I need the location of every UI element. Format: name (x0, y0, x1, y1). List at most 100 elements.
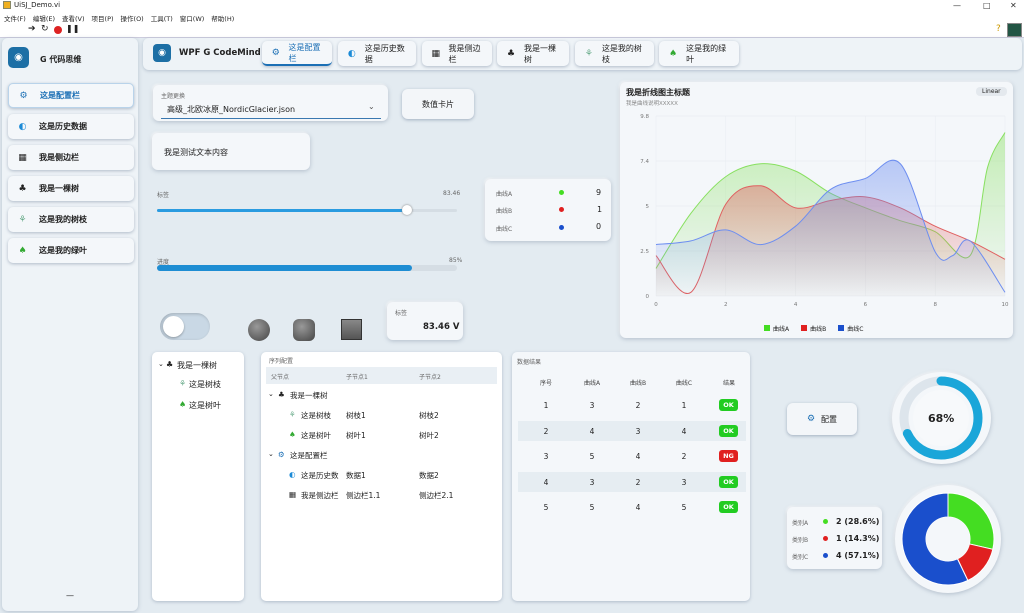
moon-icon: ◐ (18, 121, 27, 132)
sidebar-item-config[interactable]: ⚙ 这是配置栏 (8, 83, 134, 108)
menu-edit[interactable]: 编辑(E) (33, 13, 55, 23)
leaf-icon: ♠ (18, 245, 27, 256)
tree-view: ⌄ ♣ 我是一棵树 ⚘ 这是树枝 ♠ 这是树叶 (152, 352, 244, 601)
menu-file[interactable]: 文件(F) (4, 13, 26, 23)
expand-icon[interactable]: ⌄ (268, 450, 274, 458)
menu-view[interactable]: 查看(V) (62, 13, 85, 23)
legend-item-b[interactable]: 曲线B (801, 324, 826, 333)
sidebar-item-leaf[interactable]: ♠ 这是我的绿叶 (8, 238, 134, 263)
result-badge: NG (719, 450, 738, 462)
data-table-title: 数据结果 (517, 359, 542, 366)
tab-sidebar[interactable]: ▦ 我是侧边栏 (422, 41, 492, 66)
menu-tools[interactable]: 工具(T) (151, 13, 173, 23)
vi-icon (1007, 23, 1022, 37)
tree-icon: ♣ (506, 48, 516, 59)
run-continuous-icon[interactable]: ↻ (41, 24, 49, 34)
donut-chart (901, 492, 995, 586)
theme-select[interactable]: 高级_北欧冰原_NordicGlacier.json (167, 104, 295, 115)
menu-help[interactable]: 帮助(H) (211, 13, 234, 23)
gear-icon: ⚙ (278, 450, 285, 459)
config-button[interactable]: ⚙ 配置 (787, 403, 857, 435)
legend-item-c[interactable]: 曲线C (838, 324, 863, 333)
col-header: 曲线A (583, 380, 601, 387)
x-tick-label: 0 (654, 302, 658, 308)
tree-node-leaf[interactable]: 这是树叶 (189, 400, 221, 411)
tree-table-row[interactable]: ⌄ ⚙ 这是配置栏 (266, 448, 497, 466)
legend-value: 9 (596, 188, 602, 197)
col-header: 序号 (539, 380, 552, 387)
line-chart: 0 2.5 5 7.4 9.8 0 2 4 6 8 10 (640, 114, 1009, 308)
sidebar-item-label: 这是历史数据 (39, 122, 87, 131)
expand-icon[interactable]: ⌄ (268, 390, 274, 398)
legend-value: 1 (597, 205, 603, 214)
brand-name: G 代码思维 (40, 55, 82, 64)
tree-node-branch[interactable]: 这是树枝 (189, 379, 221, 390)
maximize-button[interactable]: □ (983, 1, 991, 10)
x-tick-label: 8 (933, 302, 937, 308)
legend-dot (559, 225, 564, 230)
table-row[interactable]: 4 3 2 3 OK (518, 471, 746, 492)
table-cell: 5 (589, 452, 595, 461)
value-card-button[interactable]: 数值卡片 (402, 89, 474, 119)
sidebar-item-history[interactable]: ◐ 这是历史数据 (8, 114, 134, 139)
tree-table-row[interactable]: ▦ 我是侧边栏 侧边栏1.1 侧边栏2.1 (266, 488, 497, 506)
sidebar-item-sidebar[interactable]: ▦ 我是侧边栏 (8, 145, 134, 170)
square-led[interactable] (341, 319, 362, 340)
result-badge: OK (719, 424, 738, 437)
progress-fill (157, 265, 412, 271)
select-underline (161, 118, 381, 119)
tab-leaf[interactable]: ♠ 这是我的绿叶 (659, 41, 739, 66)
table-cell: 2 (543, 426, 549, 436)
run-arrow-icon[interactable]: ➔ (28, 24, 36, 34)
tree-node-root[interactable]: 我是一棵树 (177, 360, 217, 371)
slider-thumb[interactable] (402, 205, 413, 215)
help-icon[interactable]: ? (996, 24, 1001, 34)
chevron-down-icon[interactable]: ⌄ (368, 102, 375, 111)
tree-table-row[interactable]: ⚘ 这是树枝 树枝1 树枝2 (266, 408, 497, 426)
table-cell: 4 (635, 503, 641, 512)
tab-branch[interactable]: ⚘ 这是我的树枝 (575, 41, 654, 66)
row-child1: 树枝1 (346, 411, 366, 420)
pie-legend-card: 类别A 2 (28.6%) 类别B 1 (14.3%) 类别C 4 (57.1%… (787, 507, 882, 569)
table-cell: 3 (589, 477, 595, 487)
round-led[interactable] (248, 319, 270, 341)
row-label: 我是侧边栏 (301, 491, 339, 500)
tab-label: 这是历史数据 (364, 43, 405, 64)
header-logo: ◉ (153, 44, 171, 62)
sidebar-item-branch[interactable]: ⚘ 这是我的树枝 (8, 207, 134, 232)
rounded-led[interactable] (293, 319, 315, 341)
row-child1: 树叶1 (346, 431, 366, 440)
tree-table-row[interactable]: ⌄ ♣ 我是一棵树 (266, 388, 497, 406)
header-brand: WPF G CodeMind (179, 48, 261, 58)
sidebar-item-tree[interactable]: ♣ 我是一棵树 (8, 176, 134, 201)
menu-operate[interactable]: 操作(O) (121, 13, 144, 23)
menu-window[interactable]: 窗口(W) (180, 13, 205, 23)
branch-icon: ⚘ (584, 48, 593, 59)
pause-icon[interactable]: ❚❚ (66, 24, 79, 33)
menu-project[interactable]: 项目(P) (92, 13, 114, 23)
tab-history[interactable]: ◐ 这是历史数据 (338, 41, 416, 66)
toggle-switch[interactable] (160, 313, 210, 340)
pie-legend-name: 类别B (792, 537, 809, 544)
table-row[interactable]: 5 5 4 5 OK (518, 497, 746, 517)
tree-table-row[interactable]: ◐ 这是历史数 数据1 数据2 (266, 468, 497, 486)
result-badge: OK (719, 501, 738, 513)
table-row[interactable]: 2 4 3 4 OK (518, 420, 746, 441)
tree-expand-icon[interactable]: ⌄ (158, 360, 164, 368)
tab-tree[interactable]: ♣ 我是一棵树 (497, 41, 569, 66)
minimize-button[interactable]: — (953, 1, 961, 10)
moon-icon: ◐ (289, 470, 296, 479)
table-cell: 2 (635, 477, 641, 487)
slider-track[interactable] (157, 205, 457, 215)
row-child2: 树叶2 (419, 431, 439, 440)
gear-icon: ⚙ (806, 414, 816, 424)
legend-item-a[interactable]: 曲线A (764, 324, 789, 333)
tree-table-row[interactable]: ♠ 这是树叶 树叶1 树叶2 (266, 428, 497, 446)
branch-icon: ⚘ (179, 379, 187, 388)
table-row[interactable]: 1 3 2 1 OK (518, 395, 746, 415)
table-row[interactable]: 3 5 4 2 NG (518, 446, 746, 466)
abort-icon[interactable] (54, 26, 62, 34)
tab-config[interactable]: ⚙ 这是配置栏 (262, 41, 332, 66)
close-button[interactable]: ✕ (1010, 1, 1017, 10)
table-cell: 3 (589, 401, 595, 410)
